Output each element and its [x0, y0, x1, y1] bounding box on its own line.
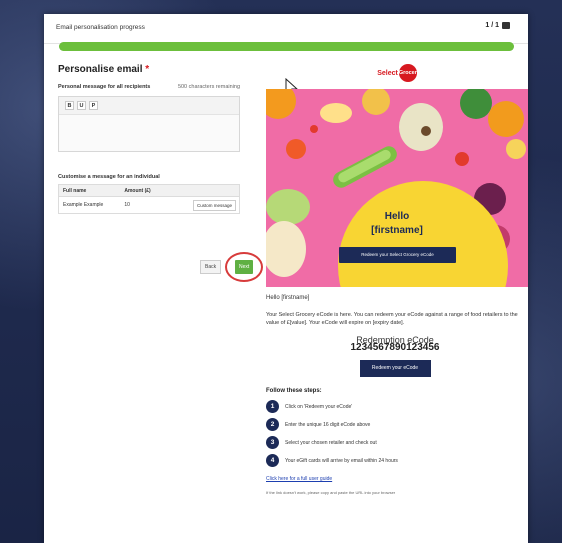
back-button[interactable]: Back: [200, 260, 222, 274]
progress-bar: [59, 42, 514, 51]
logo-text: Select: [377, 69, 398, 77]
message-editor[interactable]: B U P: [58, 96, 240, 152]
hero-redeem-button[interactable]: Redeem your Select Grocery eCode: [339, 247, 456, 263]
hero-firstname: [firstname]: [371, 225, 423, 236]
dialog-header: Email personalisation progress 1 / 1: [44, 14, 528, 44]
required-marker: *: [145, 64, 150, 75]
bold-button[interactable]: B: [65, 101, 74, 110]
step-item: 1 Click on 'Redeem your eCode': [266, 400, 524, 413]
paragraph-button[interactable]: P: [89, 101, 98, 110]
message-label-row: Personal message for all recipients 500 …: [58, 84, 240, 90]
ecode-value: 1234567890123456: [350, 342, 440, 353]
step-text: Click on 'Redeem your eCode': [285, 403, 353, 410]
recipient-name: Example Example: [63, 202, 104, 208]
brand-logo: Select Grocery: [266, 62, 528, 84]
fine-print: If the link doesn't work, please copy an…: [266, 490, 396, 495]
recipient-amount: 10: [124, 202, 130, 208]
ecode-block: Redemption eCode 1234567890123456: [266, 336, 524, 353]
step-text: Enter the unique 16 digit eCode above: [285, 421, 371, 428]
email-preview: Select Grocery Hello [firstname] Redeem …: [266, 62, 528, 497]
email-body: Hello [firstname] Your Select Grocery eC…: [266, 287, 528, 497]
form-heading-text: Personalise email: [58, 64, 143, 75]
step-text: Select your chosen retailer and check ou…: [285, 439, 377, 446]
pager-text: 1 / 1: [485, 22, 499, 29]
table-header: Full name Amount (£): [59, 185, 239, 197]
intro-paragraph: Your Select Grocery eCode is here. You c…: [266, 312, 518, 326]
row-action-cell: Custom message: [186, 199, 239, 211]
step-item: 4 Your eGift cards will arrive by email …: [266, 454, 524, 467]
step-pager: 1 / 1: [485, 22, 510, 29]
next-button[interactable]: Next: [235, 260, 254, 274]
form-actions: Back Next: [200, 252, 264, 282]
step-number: 2: [266, 418, 279, 431]
customise-label: Customise a message for an individual: [58, 174, 160, 180]
redeem-ecode-button[interactable]: Redeem your eCode: [359, 360, 431, 377]
chars-remaining: 500 characters remaining: [177, 84, 240, 90]
user-guide-link[interactable]: Click here for a full user guide: [266, 475, 524, 483]
message-label: Personal message for all recipients: [58, 84, 151, 90]
greeting: Hello [firstname]: [266, 295, 310, 301]
table-row: Example Example 10 Custom message: [59, 197, 239, 213]
steps-title: Follow these steps:: [266, 388, 322, 394]
next-highlight: Next: [225, 252, 264, 282]
logo-badge: Grocery: [398, 64, 420, 82]
step-number: 3: [266, 436, 279, 449]
editor-toolbar: B U P: [59, 97, 239, 115]
email-personalisation-dialog: Email personalisation progress 1 / 1 Per…: [44, 14, 528, 543]
dialog-title: Email personalisation progress: [56, 24, 145, 31]
col-full-name: Full name: [63, 187, 87, 194]
custom-message-button[interactable]: Custom message: [193, 199, 237, 211]
form-heading: Personalise email *: [58, 64, 240, 75]
step-text: Your eGift cards will arrive by email wi…: [285, 457, 398, 464]
progress-fill: [59, 42, 514, 51]
underline-button[interactable]: U: [77, 101, 86, 110]
step-number: 4: [266, 454, 279, 467]
personalise-form: Personalise email * Personal message for…: [58, 64, 240, 214]
step-item: 2 Enter the unique 16 digit eCode above: [266, 418, 524, 431]
hero-banner: Hello [firstname] Redeem your Select Gro…: [266, 89, 528, 287]
hero-hello: Hello: [384, 211, 410, 222]
step-number: 1: [266, 400, 279, 413]
recipients-table: Full name Amount (£) Example Example 10 …: [58, 184, 240, 214]
pager-icon: [502, 22, 510, 29]
step-item: 3 Select your chosen retailer and check …: [266, 436, 524, 449]
col-amount: Amount (£): [124, 187, 151, 194]
